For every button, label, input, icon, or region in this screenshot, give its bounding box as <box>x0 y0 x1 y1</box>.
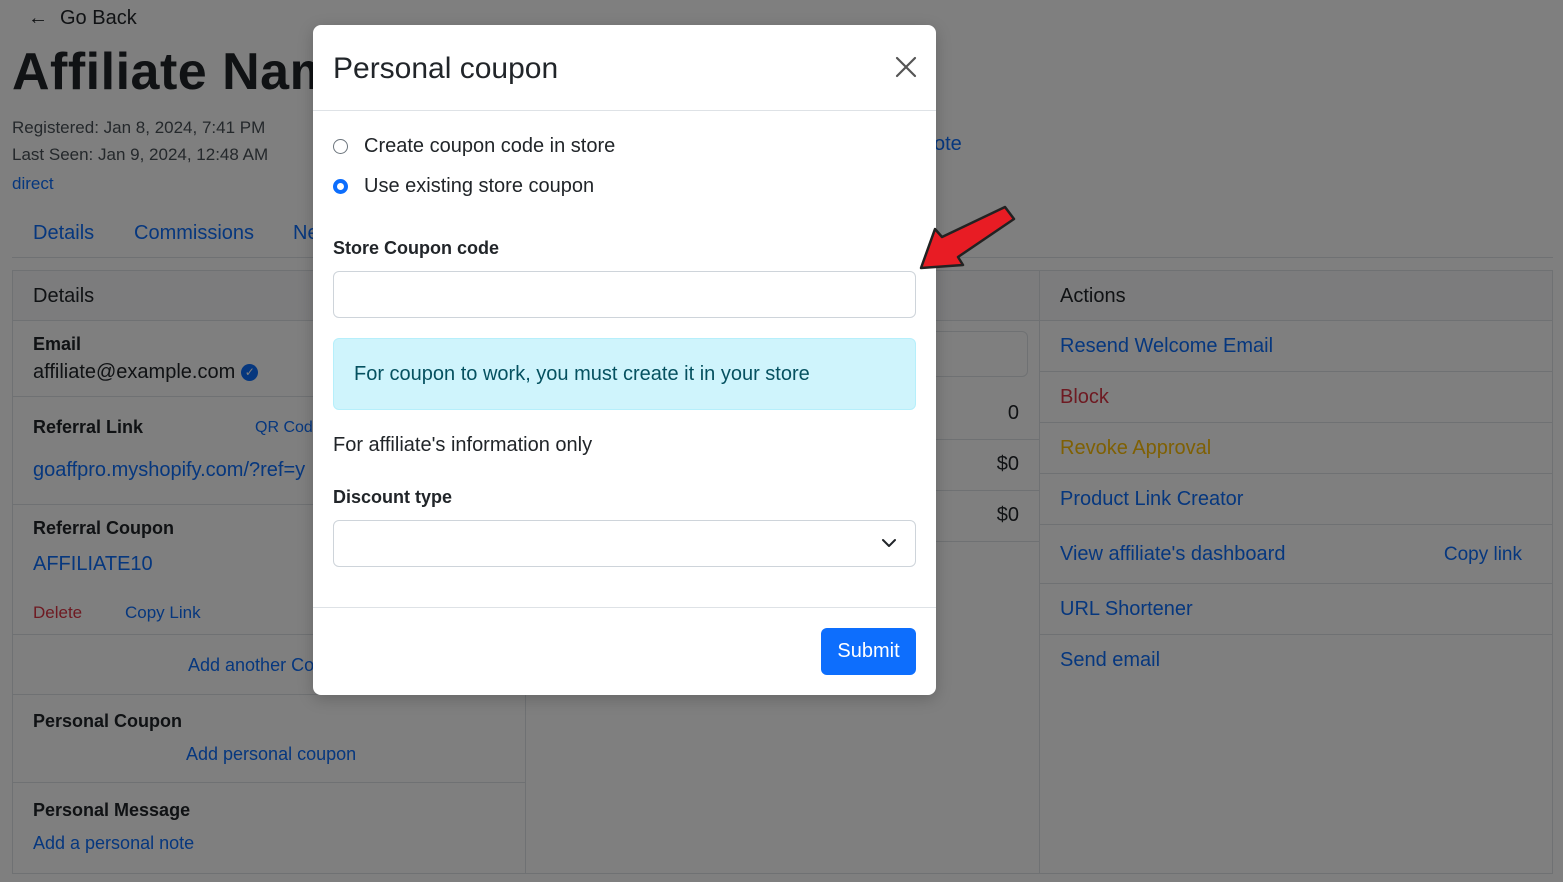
store-coupon-label: Store Coupon code <box>333 238 499 258</box>
radio-create-coupon[interactable]: Create coupon code in store <box>333 135 615 158</box>
personal-coupon-modal: Personal coupon Create coupon code in st… <box>313 25 936 695</box>
radio-existing-coupon[interactable]: Use existing store coupon <box>333 175 594 198</box>
coupon-info-alert: For coupon to work, you must create it i… <box>333 338 916 410</box>
store-coupon-input[interactable] <box>333 271 916 318</box>
red-arrow-annotation-icon <box>919 205 1016 270</box>
discount-type-select[interactable] <box>333 520 916 567</box>
modal-title: Personal coupon <box>333 52 559 85</box>
discount-type-label: Discount type <box>333 487 453 507</box>
chevron-down-icon <box>882 539 896 547</box>
submit-button[interactable]: Submit <box>821 628 916 675</box>
modal-footer: Submit <box>313 607 936 695</box>
modal-header: Personal coupon <box>313 25 936 111</box>
affiliate-info-text: For affiliate's information only <box>333 434 593 456</box>
radio-create-label: Create coupon code in store <box>364 135 616 157</box>
close-icon[interactable] <box>894 55 918 79</box>
radio-existing-label: Use existing store coupon <box>364 175 595 197</box>
radio-existing-input[interactable] <box>333 179 348 194</box>
radio-create-input[interactable] <box>333 139 348 154</box>
